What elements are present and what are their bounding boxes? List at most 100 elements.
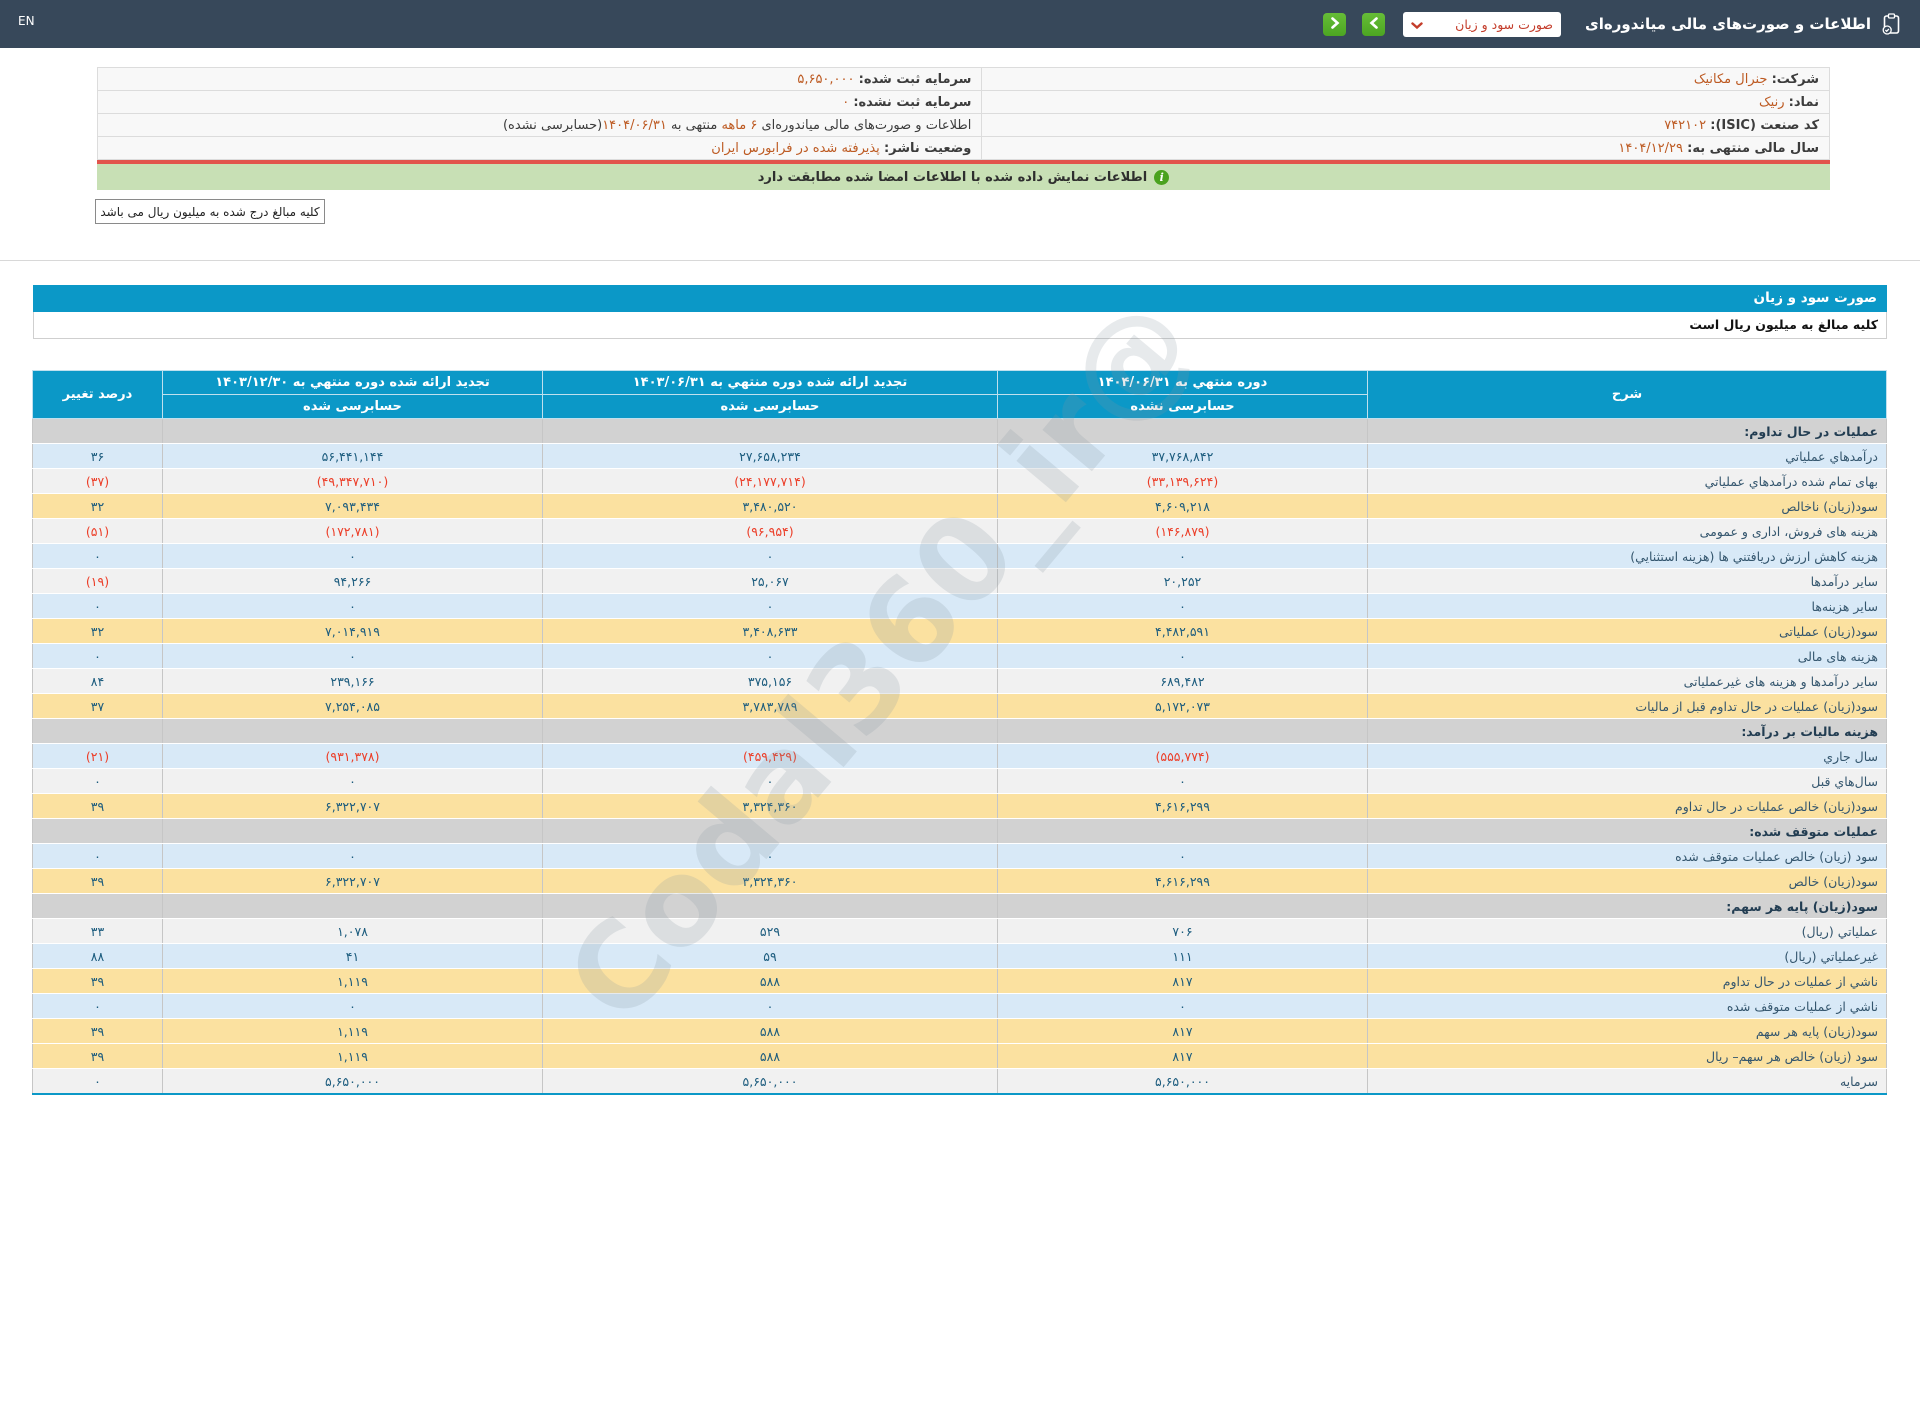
value-cell-1403-12 xyxy=(163,819,543,844)
value-cell-1404 xyxy=(998,819,1368,844)
value-cell-1404: ۸۱۷ xyxy=(998,969,1368,994)
value-cell-1404: ۵,۶۵۰,۰۰۰ xyxy=(998,1069,1368,1095)
value-cell-1403-12: ۷,۰۹۳,۴۳۴ xyxy=(163,494,543,519)
value-cell-1403-12 xyxy=(163,419,543,444)
value-cell-1403-12: ۶,۳۲۲,۷۰۷ xyxy=(163,794,543,819)
value-cell-1404: ۰ xyxy=(998,644,1368,669)
table-row: سود (زیان) خالص هر سهم– ریال۸۱۷۵۸۸۱,۱۱۹۳… xyxy=(33,1044,1887,1069)
info-label: شرکت: xyxy=(1772,72,1819,87)
statement-title-bar: صورت سود و زیان xyxy=(33,285,1887,312)
row-label-cell: غیرعملیاتي (ریال) xyxy=(1368,944,1887,969)
row-label-cell: سود(زیان) خالص xyxy=(1368,869,1887,894)
info-value: پذیرفته شده در فرابورس ایران xyxy=(711,141,880,156)
signature-match-notice: i اطلاعات نمایش داده شده با اطلاعات امضا… xyxy=(97,164,1830,190)
statement-unit-note: کلیه مبالغ به میلیون ریال است xyxy=(33,312,1887,339)
value-cell-1404: ۸۱۷ xyxy=(998,1044,1368,1069)
info-value: رنیک xyxy=(1759,95,1784,110)
row-label-cell: سال جاري xyxy=(1368,744,1887,769)
value-cell-1403-12: (۹۳۱,۳۷۸) xyxy=(163,744,543,769)
value-cell-1403-12: ۰ xyxy=(163,844,543,869)
column-header-description: شرح xyxy=(1368,371,1887,419)
value-cell-1403-12 xyxy=(163,719,543,744)
column-header-period-1403-12: تجدید ارائه شده دوره منتهي به ۱۴۰۳/۱۲/۳۰ xyxy=(163,371,543,395)
page-title: اطلاعات و صورت‌های مالی میاندوره‌ای xyxy=(1585,15,1871,33)
section-row: سود(زیان) پایه هر سهم: xyxy=(33,894,1887,919)
table-row: درآمدهاي عملیاتي۳۷,۷۶۸,۸۴۲۲۷,۶۵۸,۲۳۴۵۶,۴… xyxy=(33,444,1887,469)
unregistered-capital-cell: سرمایه ثبت نشده: ۰ xyxy=(98,91,982,114)
value-cell-1403-12: ۰ xyxy=(163,644,543,669)
table-row: هزینه های مالی۰۰۰۰ xyxy=(33,644,1887,669)
value-cell-1404: ۰ xyxy=(998,769,1368,794)
value-cell-1403-12: ۷,۲۵۴,۰۸۵ xyxy=(163,694,543,719)
top-header-bar: اطلاعات و صورت‌های مالی میاندوره‌ای صورت… xyxy=(0,0,1920,48)
language-toggle[interactable]: EN xyxy=(18,14,35,28)
section-row: هزینه مالیات بر درآمد: xyxy=(33,719,1887,744)
row-label-cell: عملیاتي (ریال) xyxy=(1368,919,1887,944)
percent-change-cell: ۳۲ xyxy=(33,494,163,519)
value-cell-1403-12: ۵,۶۵۰,۰۰۰ xyxy=(163,1069,543,1095)
value-cell-1403-12: ۵۶,۴۴۱,۱۴۴ xyxy=(163,444,543,469)
percent-change-cell: ۰ xyxy=(33,544,163,569)
value-cell-1403-06: ۰ xyxy=(543,544,998,569)
percent-change-cell: (۳۷) xyxy=(33,469,163,494)
value-cell-1403-06: (۹۶,۹۵۴) xyxy=(543,519,998,544)
fiscal-year-cell: سال مالی منتهی به: ۱۴۰۴/۱۲/۲۹ xyxy=(982,137,1830,160)
percent-change-cell xyxy=(33,719,163,744)
row-label-cell: سایر درآمدها و هزینه های غیرعملیاتی xyxy=(1368,669,1887,694)
table-row: هزینه کاهش ارزش دریافتني ها (هزینه استثن… xyxy=(33,544,1887,569)
table-row: سایر درآمدها و هزینه های غیرعملیاتی۶۸۹,۴… xyxy=(33,669,1887,694)
row-label-cell: سود(زیان) پایه هر سهم: xyxy=(1368,894,1887,919)
info-row: شرکت: جنرال مکانیک سرمایه ثبت شده: ۵,۶۵۰… xyxy=(98,68,1830,91)
symbol-cell: نماد: رنیک xyxy=(982,91,1830,114)
prev-button[interactable] xyxy=(1362,13,1385,36)
value-cell-1404: ۸۱۷ xyxy=(998,1019,1368,1044)
percent-change-cell: ۳۷ xyxy=(33,694,163,719)
period-text: منتهی به xyxy=(667,118,722,133)
value-cell-1403-12: ۲۳۹,۱۶۶ xyxy=(163,669,543,694)
row-label-cell: سود(زیان) خالص عملیات در حال تداوم xyxy=(1368,794,1887,819)
column-subheader-unaudited: حسابرسی نشده xyxy=(998,395,1368,419)
row-label-cell: عملیات متوقف شده: xyxy=(1368,819,1887,844)
value-cell-1404: ۰ xyxy=(998,994,1368,1019)
value-cell-1403-06: (۴۵۹,۴۲۹) xyxy=(543,744,998,769)
info-label: سرمایه ثبت نشده: xyxy=(853,95,971,110)
value-cell-1404 xyxy=(998,419,1368,444)
column-subheader-audited-2: حسابرسی شده xyxy=(163,395,543,419)
value-cell-1403-12: ۰ xyxy=(163,594,543,619)
value-cell-1403-12: ۰ xyxy=(163,994,543,1019)
value-cell-1403-06: ۰ xyxy=(543,644,998,669)
info-value: ۰ xyxy=(842,95,849,110)
value-cell-1404: ۰ xyxy=(998,844,1368,869)
table-row: غیرعملیاتي (ریال)۱۱۱۵۹۴۱۸۸ xyxy=(33,944,1887,969)
table-row: سود(زیان) خالص۴,۶۱۶,۲۹۹۳,۳۲۴,۳۶۰۶,۳۲۲,۷۰… xyxy=(33,869,1887,894)
issuer-status-cell: وضعیت ناشر: پذیرفته شده در فرابورس ایران xyxy=(98,137,982,160)
table-row: سود(زیان) پایه هر سهم۸۱۷۵۸۸۱,۱۱۹۳۹ xyxy=(33,1019,1887,1044)
table-row: ناشي از عملیات متوقف شده۰۰۰۰ xyxy=(33,994,1887,1019)
info-value: ۷۴۲۱۰۲ xyxy=(1664,118,1706,133)
row-label-cell: سود (زیان) خالص عملیات متوقف شده xyxy=(1368,844,1887,869)
next-button[interactable] xyxy=(1323,13,1346,36)
value-cell-1404: ۴,۶۱۶,۲۹۹ xyxy=(998,794,1368,819)
row-label-cell: سرمایه xyxy=(1368,1069,1887,1095)
info-icon: i xyxy=(1154,170,1169,185)
value-cell-1404: ۰ xyxy=(998,594,1368,619)
info-label: کد صنعت (ISIC): xyxy=(1710,118,1819,133)
value-cell-1403-06: ۳,۳۲۴,۳۶۰ xyxy=(543,869,998,894)
statement-type-dropdown[interactable]: صورت سود و زیان xyxy=(1403,12,1561,37)
value-cell-1403-12: ۱,۱۱۹ xyxy=(163,969,543,994)
percent-change-cell xyxy=(33,894,163,919)
info-label: نماد: xyxy=(1789,95,1819,110)
percent-change-cell: ۰ xyxy=(33,594,163,619)
value-cell-1403-06 xyxy=(543,819,998,844)
value-cell-1403-12: ۶,۳۲۲,۷۰۷ xyxy=(163,869,543,894)
value-cell-1404: ۵,۱۷۲,۰۷۳ xyxy=(998,694,1368,719)
percent-change-cell: ۰ xyxy=(33,994,163,1019)
clipboard-check-icon xyxy=(1881,13,1902,36)
statement-title: صورت سود و زیان xyxy=(1754,290,1877,306)
value-cell-1403-12: ۱,۱۱۹ xyxy=(163,1044,543,1069)
company-cell: شرکت: جنرال مکانیک xyxy=(982,68,1830,91)
section-row: عملیات در حال تداوم: xyxy=(33,419,1887,444)
chevron-right-icon xyxy=(1330,17,1340,32)
value-cell-1404: ۰ xyxy=(998,544,1368,569)
period-date: ۱۴۰۴/۰۶/۳۱ xyxy=(602,118,667,133)
